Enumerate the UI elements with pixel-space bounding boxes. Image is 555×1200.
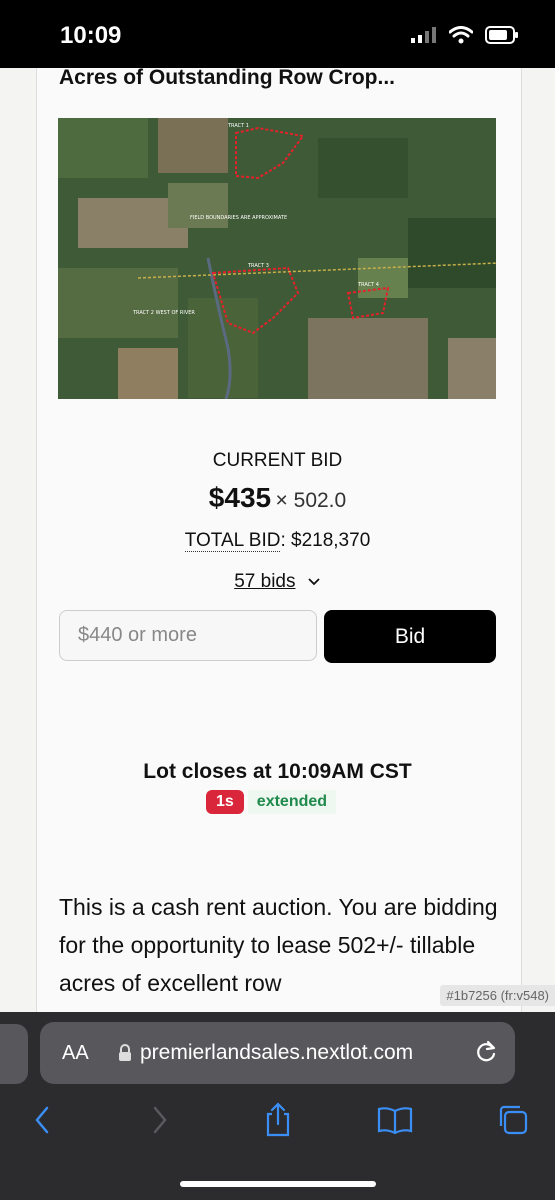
back-button[interactable] [22,1100,62,1140]
map-label-field-note: FIELD BOUNDARIES ARE APPROXIMATE [190,215,287,221]
url-text[interactable]: premierlandsales.nextlot.com [140,1041,413,1065]
status-bar: 10:09 [0,0,555,68]
browser-chrome: AA premierlandsales.nextlot.com [0,1012,555,1200]
lot-title[interactable]: Acres of Outstanding Row Crop... [59,68,395,90]
lot-closes-text: Lot closes at 10:09AM CST [143,760,412,783]
total-bid-row: TOTAL BID: $218,370 [0,530,555,552]
countdown-badge: 1s [206,790,244,814]
extended-status-badge: extended [247,790,337,814]
bid-multiplier: × 502.0 [275,489,347,512]
chevron-right-icon [153,1106,167,1134]
lot-description: This is a cash rent auction. You are bid… [59,894,498,996]
browser-toolbar [0,1100,555,1160]
cellular-signal-icon [411,27,436,43]
lock-icon [119,1044,131,1061]
bids-count-link[interactable]: 57 bids [234,571,295,592]
countdown-badges: 1s extended [206,790,337,814]
total-bid-colon: : [280,530,286,551]
forward-button[interactable] [140,1100,180,1140]
share-button[interactable] [258,1100,298,1140]
battery-icon [485,26,518,44]
share-icon [266,1102,290,1137]
status-time: 10:09 [60,22,122,49]
map-label-tract2: TRACT 2 WEST OF RIVER [132,310,195,316]
chevron-down-icon [308,578,320,586]
total-bid-label[interactable]: TOTAL BID [184,530,281,552]
tabs-icon [499,1105,528,1135]
chevron-left-icon [35,1106,49,1134]
home-indicator [180,1181,376,1187]
book-icon [377,1107,413,1134]
web-page: Acres of Outstanding Row Crop... TRACT 1… [0,68,555,1012]
reader-options-button[interactable]: AA [62,1042,89,1065]
map-label-tract4: TRACT 4 [357,282,379,288]
previous-tab-peek[interactable] [0,1024,28,1084]
bids-count-toggle[interactable]: 57 bids [0,571,555,593]
bid-button[interactable]: Bid [324,610,496,663]
total-bid-value: $218,370 [291,530,371,551]
tabs-button[interactable] [493,1100,533,1140]
aerial-map: TRACT 1 FIELD BOUNDARIES ARE APPROXIMATE… [58,118,496,399]
map-label-tract3: TRACT 3 [247,263,269,269]
current-bid-label: CURRENT BID [212,450,343,471]
map-label-tract1: TRACT 1 [227,123,249,129]
current-bid-row: $435 × 502.0 [0,482,555,514]
wifi-icon [449,26,473,44]
bookmarks-button[interactable] [375,1100,415,1140]
address-bar[interactable]: AA premierlandsales.nextlot.com [40,1022,515,1084]
status-icons [411,26,519,44]
bid-amount-input[interactable] [59,610,317,661]
current-bid-amount: $435 [208,482,272,513]
lot-map-image[interactable]: TRACT 1 FIELD BOUNDARIES ARE APPROXIMATE… [58,118,496,399]
reload-icon[interactable] [473,1039,499,1065]
version-tag: #1b7256 (fr:v548) [440,985,555,1006]
